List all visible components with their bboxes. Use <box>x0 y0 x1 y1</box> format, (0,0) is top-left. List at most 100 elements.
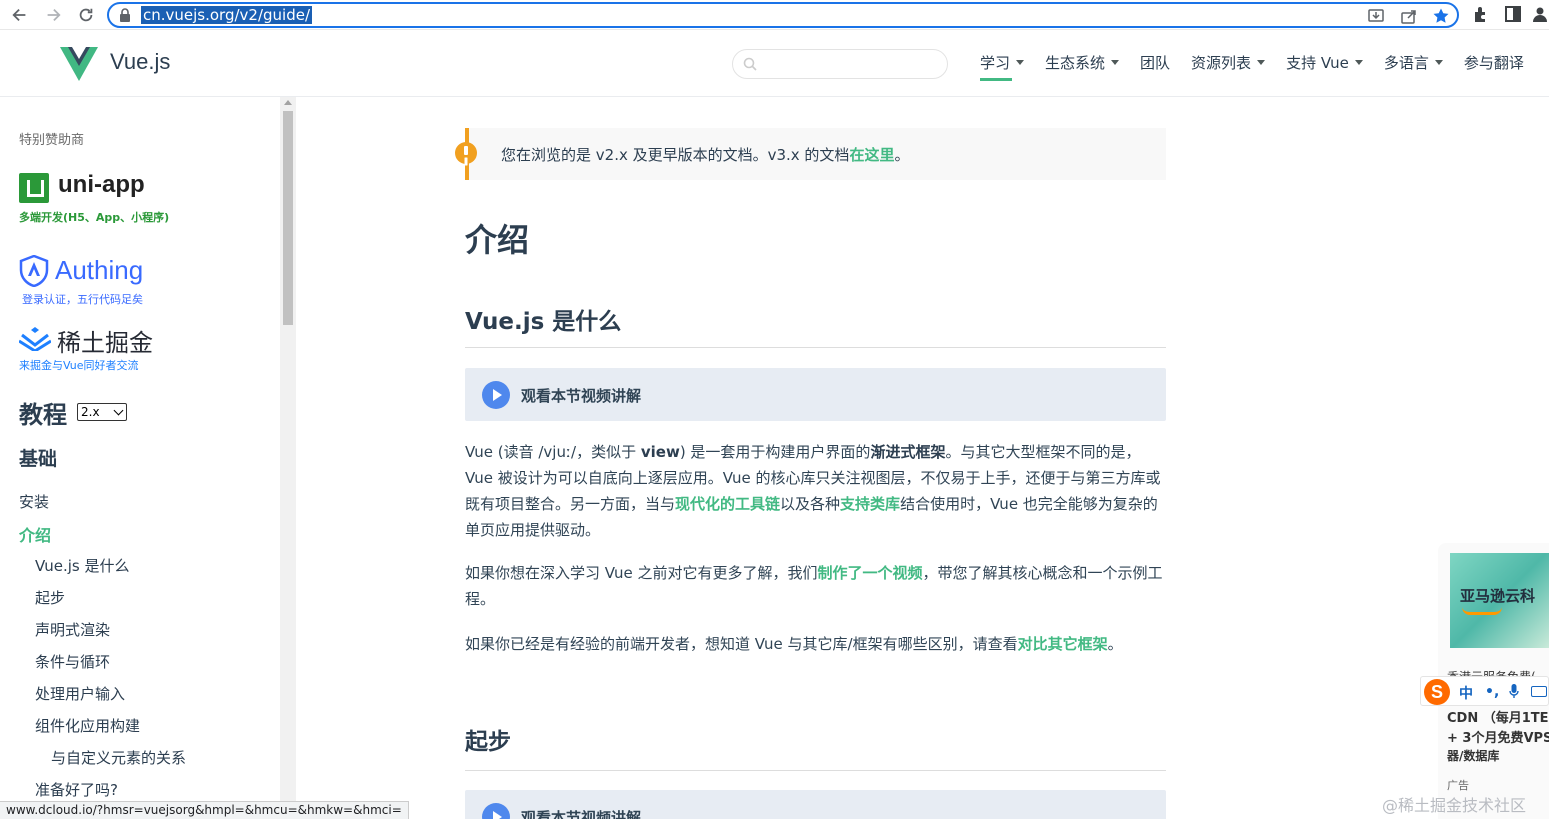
url-text[interactable]: cn.vuejs.org/v2/guide/ <box>141 6 313 24</box>
sponsor-juejin-name: 稀土掘金 <box>57 329 153 357</box>
bookmark-star-icon[interactable] <box>1432 7 1450 25</box>
chevron-down-icon <box>1434 60 1443 65</box>
browser-toolbar: cn.vuejs.org/v2/guide/ <box>0 0 1549 30</box>
warning-text: 您在浏览的是 v2.x 及更早版本的文档。v3.x 的文档在这里。 <box>501 144 909 165</box>
sponsor-uniapp-sub: 多端开发(H5、App、小程序) <box>19 211 170 224</box>
sogou-logo-icon[interactable]: S <box>1424 679 1450 705</box>
ad-title: 亚马逊云科 <box>1460 587 1536 605</box>
nav-resources[interactable]: 资源列表 <box>1191 52 1266 73</box>
version-value: 2.x <box>81 405 100 419</box>
sponsor-uniapp-name: uni-app <box>58 171 145 198</box>
ad-text-line1: CDN （每月1TE <box>1447 711 1549 726</box>
v3-docs-link[interactable]: 在这里 <box>849 146 894 164</box>
sponsor-authing-sub: 登录认证，五行代码足矣 <box>22 293 143 306</box>
reload-icon[interactable] <box>75 4 97 26</box>
watermark: @稀土掘金技术社区 <box>1382 796 1527 815</box>
page-title: 介绍 <box>465 221 530 259</box>
side-panel-icon[interactable] <box>1504 5 1522 23</box>
microphone-icon[interactable] <box>1509 684 1519 699</box>
tutorial-title: 教程 <box>19 401 67 429</box>
p1-text-g: 以及各种 <box>780 495 841 513</box>
sidebar-item-install[interactable]: 安装 <box>19 491 49 512</box>
made-a-video-link[interactable]: 制作了一个视频 <box>818 564 923 582</box>
sidebar-item-ready[interactable]: 准备好了吗? <box>35 779 118 800</box>
sidebar-item-what-is-vue[interactable]: Vue.js 是什么 <box>35 555 130 576</box>
video-lesson-label: 观看本节视频讲解 <box>521 387 642 405</box>
search-icon <box>743 57 757 71</box>
nav-learn-label: 学习 <box>980 54 1011 72</box>
play-icon <box>482 381 510 409</box>
vue-logo-icon[interactable] <box>60 47 98 81</box>
warning-icon <box>455 142 477 164</box>
nav-languages[interactable]: 多语言 <box>1384 52 1443 73</box>
site-header: Vue.js 学习 生态系统 团队 资源列表 支持 Vue 多语言 参与翻译 <box>0 31 1549 97</box>
ime-chinese-mode[interactable]: 中 <box>1459 683 1473 703</box>
back-icon[interactable] <box>9 4 31 26</box>
top-nav: 学习 生态系统 团队 资源列表 支持 Vue 多语言 参与翻译 <box>980 52 1545 81</box>
video-lesson-label: 观看本节视频讲解 <box>521 809 642 819</box>
chevron-down-icon <box>113 405 124 416</box>
nav-team-label: 团队 <box>1140 54 1171 72</box>
video-lesson-button[interactable]: 观看本节视频讲解 <box>465 368 1166 421</box>
sidebar: 特别赞助商 uni-app 多端开发(H5、App、小程序) Authing 登… <box>0 97 280 819</box>
profile-icon[interactable] <box>1531 5 1549 23</box>
ime-punctuation[interactable]: •, <box>1485 684 1499 700</box>
address-bar[interactable]: cn.vuejs.org/v2/guide/ <box>107 2 1459 28</box>
p1-text-a: Vue (读音 /vjuː/，类似于 <box>465 443 641 461</box>
nav-learn[interactable]: 学习 <box>980 52 1025 81</box>
nav-translate[interactable]: 参与翻译 <box>1464 52 1524 73</box>
supporting-libraries-link[interactable]: 支持类库 <box>840 495 900 513</box>
nav-languages-label: 多语言 <box>1383 54 1429 72</box>
nav-support[interactable]: 支持 Vue <box>1286 52 1363 73</box>
p2-text-a: 如果你想在深入学习 Vue 之前对它有更多了解，我们 <box>465 564 818 582</box>
uniapp-logo-icon <box>19 173 49 203</box>
sidebar-item-components[interactable]: 组件化应用构建 <box>35 715 140 736</box>
sidebar-item-custom-elements[interactable]: 与自定义元素的关系 <box>51 747 186 768</box>
divider <box>465 347 1166 348</box>
chevron-down-icon <box>1111 60 1120 65</box>
nav-ecosystem-label: 生态系统 <box>1045 54 1106 72</box>
p1-text-progressive: 渐进式框架 <box>870 443 946 461</box>
shield-icon <box>19 255 49 287</box>
lock-icon[interactable] <box>119 8 131 22</box>
share-icon[interactable] <box>1400 7 1418 25</box>
forward-icon[interactable] <box>42 4 64 26</box>
search-input[interactable] <box>732 49 948 79</box>
ad-text-line2: + 3个月免费VPS <box>1447 731 1549 746</box>
keyboard-icon[interactable] <box>1531 686 1547 697</box>
p3-text-c: 。 <box>1107 635 1123 653</box>
warning-text-end: 。 <box>894 146 910 164</box>
ad-image[interactable]: 亚马逊云科 <box>1450 553 1549 648</box>
chevron-down-icon <box>1016 60 1025 65</box>
heading-getting-started: 起步 <box>465 729 511 755</box>
extensions-icon[interactable] <box>1472 5 1490 23</box>
sidebar-item-declarative-rendering[interactable]: 声明式渲染 <box>35 619 110 640</box>
version-select[interactable]: 2.x <box>77 403 127 421</box>
sponsor-authing-name: Authing <box>55 255 144 285</box>
nav-ecosystem[interactable]: 生态系统 <box>1045 52 1120 73</box>
sidebar-item-getting-started[interactable]: 起步 <box>35 587 65 608</box>
divider <box>465 770 1166 771</box>
nav-support-label: 支持 Vue <box>1286 54 1349 72</box>
comparison-link[interactable]: 对比其它框架 <box>1018 635 1108 653</box>
video-paragraph: 如果你想在深入学习 Vue 之前对它有更多了解，我们制作了一个视频，带您了解其核… <box>465 560 1167 612</box>
ime-toolbar[interactable]: S 中 •, <box>1420 676 1549 706</box>
scrollbar-thumb[interactable] <box>283 111 293 325</box>
ad-label: 广告 <box>1447 779 1469 792</box>
play-icon <box>482 803 510 819</box>
sidebar-item-user-input[interactable]: 处理用户输入 <box>35 683 125 704</box>
nav-translate-label: 参与翻译 <box>1463 54 1524 72</box>
install-icon[interactable] <box>1367 7 1385 25</box>
scroll-up-icon[interactable] <box>284 100 292 105</box>
sidebar-item-conditionals-loops[interactable]: 条件与循环 <box>35 651 110 672</box>
modern-toolchain-link[interactable]: 现代化的工具链 <box>675 495 780 513</box>
video-lesson-button[interactable]: 观看本节视频讲解 <box>465 790 1166 819</box>
sidebar-item-intro[interactable]: 介绍 <box>19 522 51 546</box>
sponsor-juejin-sub: 来掘金与Vue同好者交流 <box>19 359 139 372</box>
nav-team[interactable]: 团队 <box>1140 52 1170 73</box>
p1-text-view: view <box>640 443 680 461</box>
intro-paragraph: Vue (读音 /vjuː/，类似于 view) 是一套用于构建用户界面的渐进式… <box>465 439 1167 543</box>
p1-text-c: ) 是一套用于构建用户界面的 <box>679 443 871 461</box>
sidebar-scrollbar[interactable] <box>280 97 296 819</box>
logo-text[interactable]: Vue.js <box>110 49 170 75</box>
